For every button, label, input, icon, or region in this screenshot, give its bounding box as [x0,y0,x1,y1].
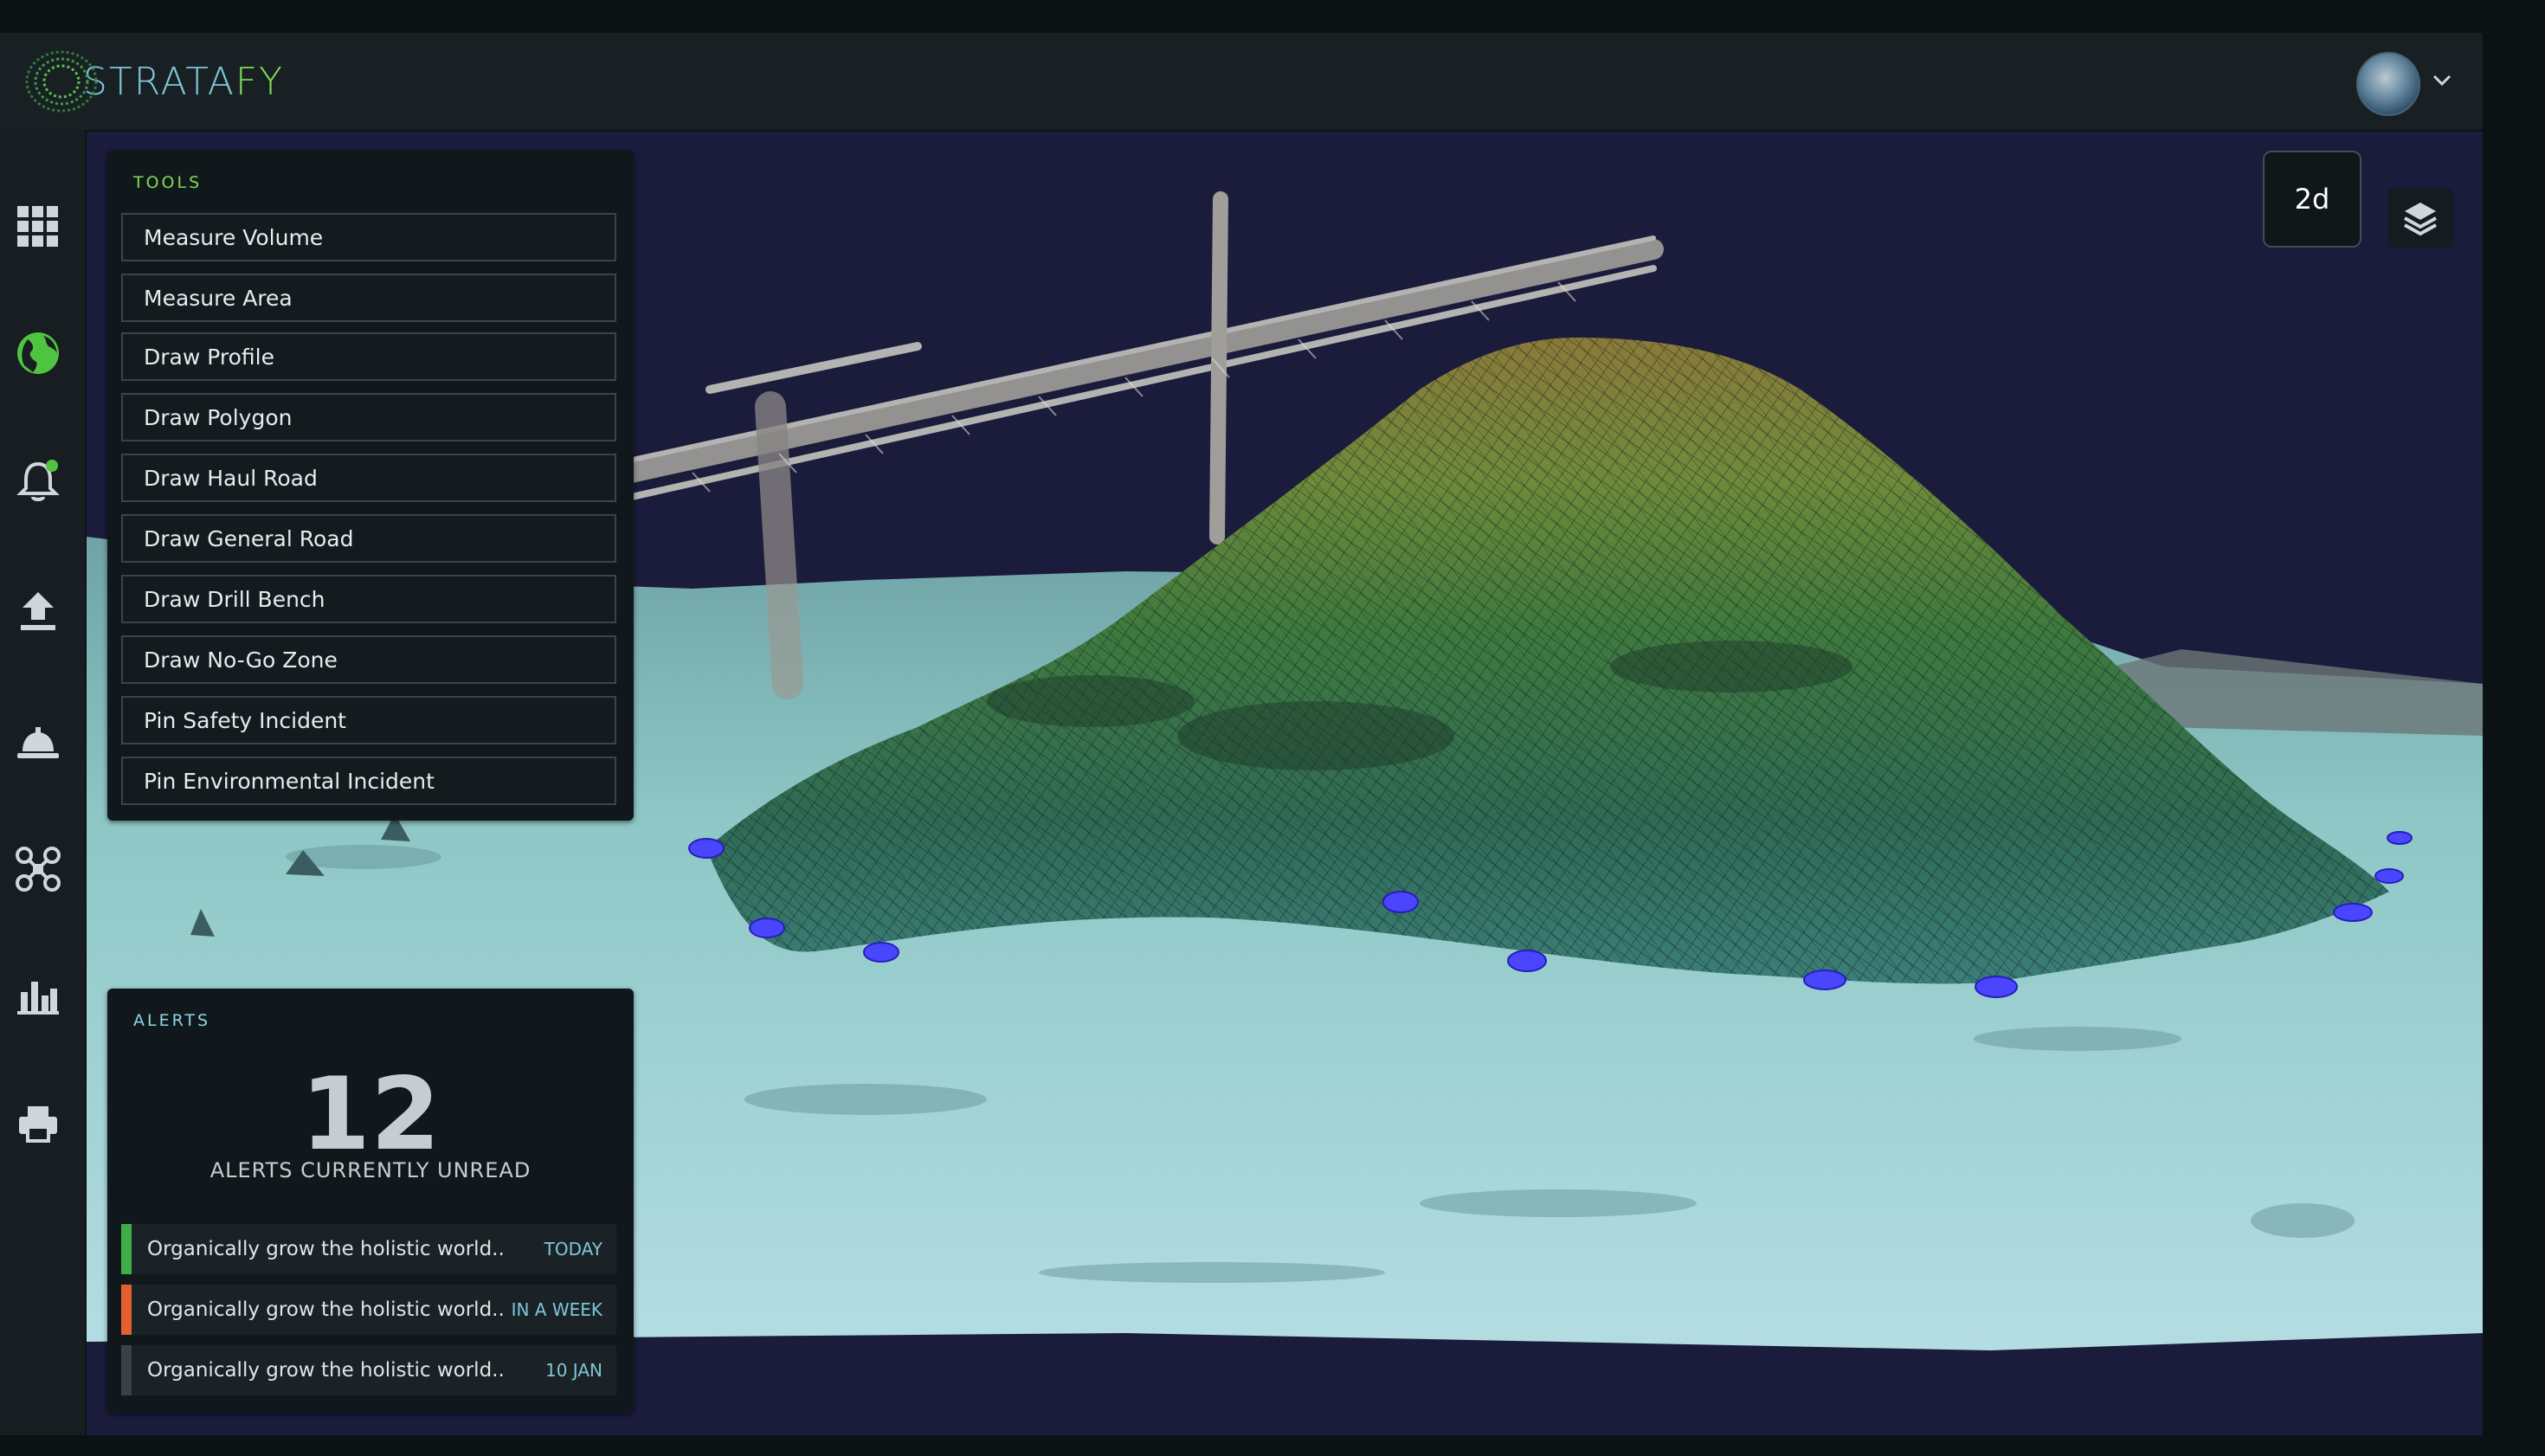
tool-measure-area[interactable]: Measure Area [121,274,616,322]
alert-item[interactable]: Organically grow the holistic world.. TO… [121,1224,616,1274]
tool-draw-haul-road[interactable]: Draw Haul Road [121,454,616,502]
window-top-band [0,0,2545,33]
brand-logo[interactable]: STRATAFY [23,47,284,116]
alert-when: TODAY [544,1239,602,1260]
top-header: STRATAFY [0,33,2483,132]
alert-status-bar [121,1345,132,1395]
chevron-down-icon[interactable] [2429,68,2455,93]
brand-name-part1: STRATA [83,59,235,104]
printer-icon [19,1106,57,1143]
alert-item[interactable]: Organically grow the holistic world.. IN… [121,1285,616,1335]
tools-panel: TOOLS Measure Volume Measure Area Draw P… [107,151,634,821]
layers-icon [2404,203,2437,236]
alert-status-bar [121,1224,132,1274]
alert-text: Organically grow the holistic world.. [147,1359,505,1382]
tool-draw-general-road[interactable]: Draw General Road [121,514,616,563]
alert-status-bar [121,1285,132,1335]
sidebar-item-safety[interactable] [12,715,64,767]
brand-name-part2: FY [235,59,285,104]
window-right-band [2483,33,2545,1435]
tools-title: TOOLS [133,173,203,192]
layers-button[interactable] [2387,189,2453,248]
drone-icon [16,847,61,892]
grid-icon [17,206,58,247]
left-sidebar [0,130,87,1435]
alert-when: 10 JAN [545,1360,602,1381]
tool-pin-safety-incident[interactable]: Pin Safety Incident [121,696,616,744]
globe-icon [17,332,59,374]
user-avatar-icon[interactable] [2356,52,2420,116]
window-bottom-band [0,1435,2545,1456]
alerts-panel: ALERTS 12 ALERTS CURRENTLY UNREAD Organi… [107,989,634,1413]
bar-chart-icon [17,982,59,1015]
alert-text: Organically grow the holistic world.. [147,1238,505,1260]
alert-when: IN A WEEK [511,1299,602,1320]
alerts-title: ALERTS [133,1011,211,1030]
tool-draw-profile[interactable]: Draw Profile [121,332,616,381]
bell-icon [16,460,60,501]
tool-draw-polygon[interactable]: Draw Polygon [121,393,616,441]
view-mode-2d-button[interactable]: 2d [2263,151,2361,248]
sidebar-item-drones[interactable] [12,843,64,895]
tool-measure-volume[interactable]: Measure Volume [121,213,616,261]
sidebar-item-map[interactable] [12,327,64,379]
tool-pin-environmental-incident[interactable]: Pin Environmental Incident [121,757,616,805]
sidebar-item-print[interactable] [12,1098,64,1150]
tool-draw-drill-bench[interactable]: Draw Drill Bench [121,575,616,623]
alert-item[interactable]: Organically grow the holistic world.. 10… [121,1345,616,1395]
alerts-count: 12 [300,1056,441,1173]
alerts-subtitle: ALERTS CURRENTLY UNREAD [209,1158,532,1182]
logo-mark-icon [25,50,98,113]
alert-text: Organically grow the holistic world.. [147,1298,505,1321]
sidebar-item-alerts[interactable] [12,455,64,507]
tool-draw-no-go-zone[interactable]: Draw No-Go Zone [121,635,616,684]
sidebar-item-upload[interactable] [12,585,64,637]
upload-icon [21,592,55,630]
sidebar-item-reports[interactable] [12,970,64,1021]
hard-hat-icon [17,727,59,758]
brand-name: STRATAFY [83,60,284,104]
sidebar-item-apps[interactable] [12,201,64,253]
